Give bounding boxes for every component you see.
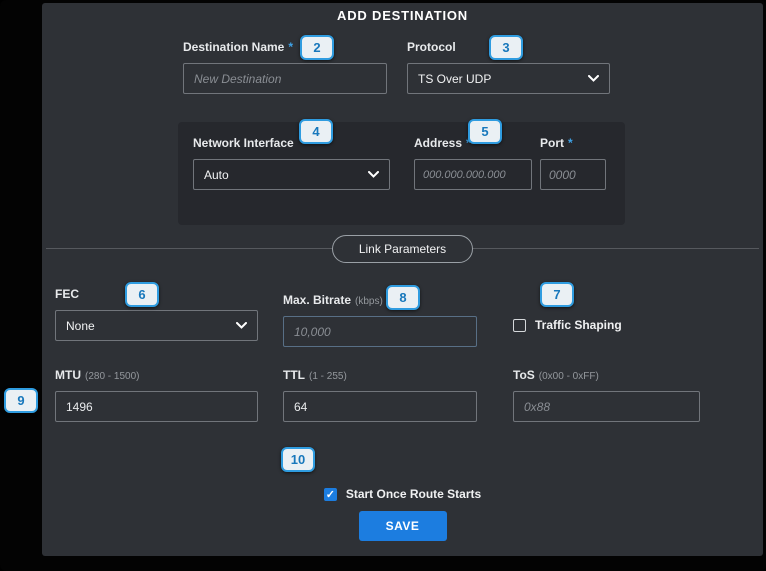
dialog-panel [42,3,763,556]
required-asterisk: * [568,136,573,150]
mtu-input[interactable] [55,391,258,422]
traffic-shaping-checkbox[interactable] [513,319,526,332]
protocol-value: TS Over UDP [418,72,491,86]
start-once-checkbox[interactable]: ✓ [324,488,337,501]
ttl-label: TTL(1 - 255) [283,368,477,382]
traffic-shaping-label: Traffic Shaping [535,318,622,332]
max-bitrate-input[interactable] [283,316,477,347]
callout-2: 2 [300,35,334,60]
traffic-shaping-row: Traffic Shaping [513,318,622,332]
callout-5: 5 [468,119,502,144]
callout-7: 7 [540,282,574,307]
address-group: Address* [414,136,532,190]
tos-group: ToS(0x00 - 0xFF) [513,368,700,422]
port-input[interactable] [540,159,606,190]
protocol-dropdown[interactable]: TS Over UDP [407,63,610,94]
chevron-down-icon [368,171,379,178]
port-group: Port* [540,136,606,190]
destination-name-label: Destination Name* [183,40,387,54]
network-interface-value: Auto [204,168,229,182]
start-once-row: ✓ Start Once Route Starts [42,487,763,501]
chevron-down-icon [236,322,247,329]
max-bitrate-label: Max. Bitrate(kbps) [283,293,477,307]
network-settings-panel: Network Interface Auto Address* Port* [178,122,625,225]
ttl-group: TTL(1 - 255) [283,368,477,422]
ttl-input[interactable] [283,391,477,422]
callout-8: 8 [386,285,420,310]
address-input[interactable] [414,159,532,190]
check-icon: ✓ [326,489,335,501]
network-interface-dropdown[interactable]: Auto [193,159,390,190]
destination-name-input[interactable] [183,63,387,94]
chevron-down-icon [588,75,599,82]
tos-label: ToS(0x00 - 0xFF) [513,368,700,382]
callout-3: 3 [489,35,523,60]
dialog-title: ADD DESTINATION [42,8,763,23]
link-parameters-pill: Link Parameters [332,235,473,263]
start-once-label: Start Once Route Starts [346,487,481,501]
network-interface-group: Network Interface Auto [193,136,390,190]
required-asterisk: * [288,40,293,54]
network-interface-label: Network Interface [193,136,390,150]
callout-9: 9 [4,388,38,413]
ttl-hint: (1 - 255) [309,371,347,382]
tos-input[interactable] [513,391,700,422]
port-label: Port* [540,136,606,150]
mtu-hint: (280 - 1500) [85,371,139,382]
callout-6: 6 [125,282,159,307]
callout-10: 10 [281,447,315,472]
destination-name-group: Destination Name* [183,40,387,94]
add-destination-dialog: ADD DESTINATION Destination Name* Protoc… [0,0,766,571]
max-bitrate-hint: (kbps) [355,296,383,307]
save-button[interactable]: SAVE [359,511,447,541]
fec-dropdown[interactable]: None [55,310,258,341]
max-bitrate-group: Max. Bitrate(kbps) [283,293,477,347]
mtu-group: MTU(280 - 1500) [55,368,258,422]
mtu-label: MTU(280 - 1500) [55,368,258,382]
fec-value: None [66,319,95,333]
tos-hint: (0x00 - 0xFF) [539,371,599,382]
callout-4: 4 [299,119,333,144]
